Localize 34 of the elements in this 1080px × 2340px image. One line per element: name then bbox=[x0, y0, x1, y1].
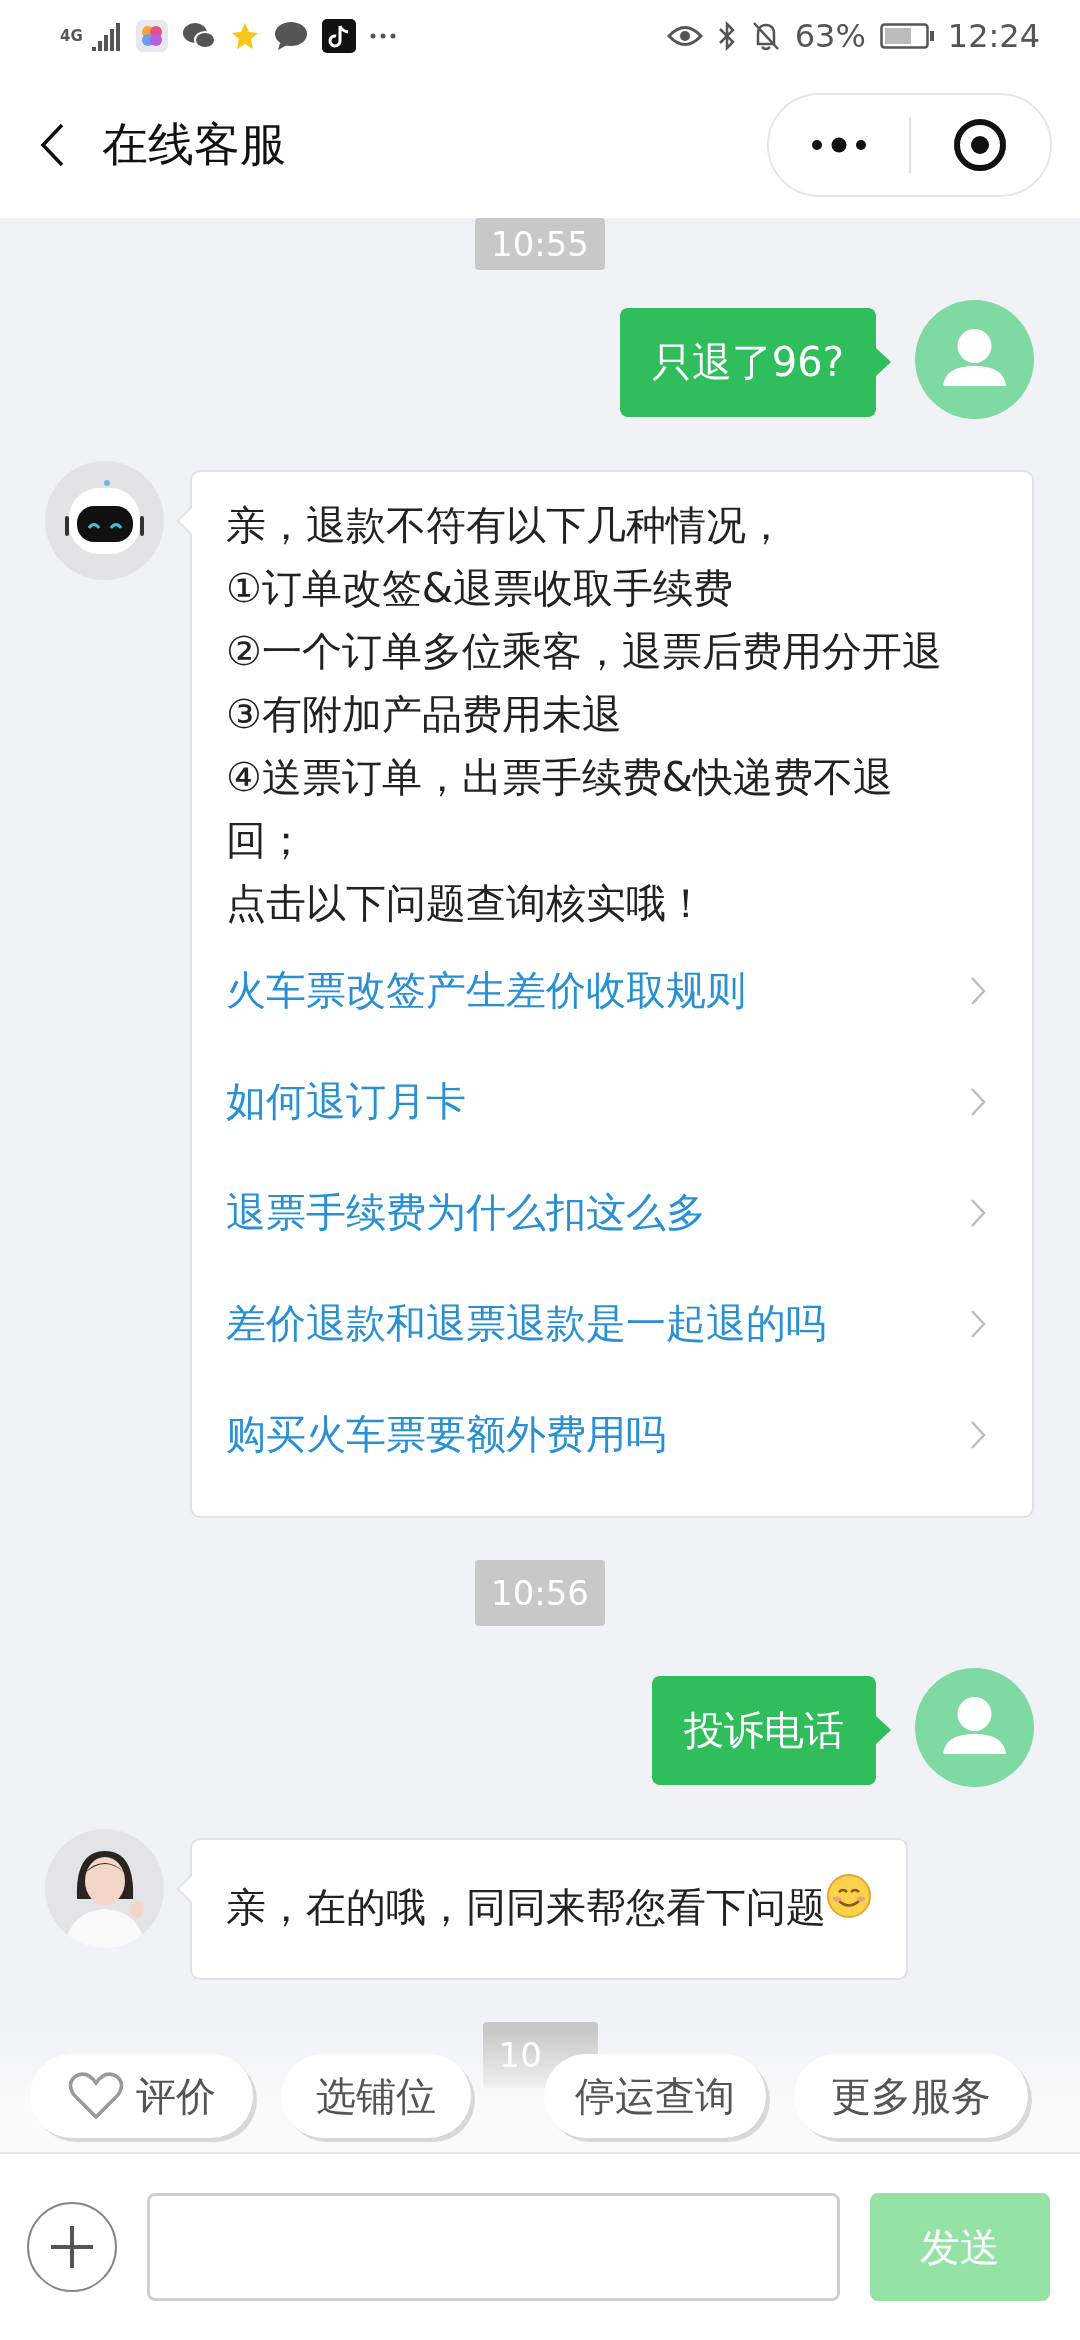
clock: 12:24 bbox=[947, 17, 1040, 55]
bluetooth-icon bbox=[716, 20, 737, 52]
bell-off-icon bbox=[750, 20, 781, 52]
user-avatar-icon bbox=[915, 1668, 1034, 1787]
chevron-right-icon bbox=[970, 1197, 986, 1228]
eye-icon bbox=[666, 23, 703, 49]
more-icon bbox=[370, 32, 396, 40]
question-link[interactable]: 火车票改签产生差价收取规则 bbox=[226, 935, 1002, 1046]
question-link[interactable]: 如何退订月卡 bbox=[226, 1046, 1002, 1157]
question-link[interactable]: 差价退款和退票退款是一起退的吗 bbox=[226, 1268, 1002, 1379]
question-link[interactable]: 购买火车票要额外费用吗 bbox=[226, 1379, 1002, 1490]
chevron-right-icon bbox=[970, 1308, 986, 1339]
chevron-right-icon bbox=[970, 1086, 986, 1117]
chevron-right-icon bbox=[970, 975, 986, 1006]
heart-icon bbox=[67, 2071, 124, 2121]
star-icon bbox=[230, 21, 260, 51]
flower-app-icon bbox=[136, 20, 168, 52]
smiley-icon bbox=[826, 1873, 872, 1919]
message-icon bbox=[274, 21, 308, 51]
message-input[interactable] bbox=[147, 2193, 840, 2301]
message-text: 亲，退款不符有以下几种情况， ①订单改签&退票收取手续费 ②一个订单多位乘客，退票后费用分开退 ③有附加产品费用未退 ④送票订单，出票手续费&快递费不退回； 点击以下问题查询核实哦！ bbox=[226, 501, 943, 928]
question-link[interactable]: 退票手续费为什么扣这么多 bbox=[226, 1157, 1002, 1268]
robot-avatar-icon bbox=[45, 461, 164, 580]
battery-icon bbox=[879, 23, 934, 49]
more-icon[interactable] bbox=[810, 137, 867, 153]
user-avatar-icon bbox=[915, 300, 1034, 419]
target-icon[interactable] bbox=[953, 118, 1008, 172]
battery-level: 63% bbox=[794, 17, 866, 55]
back-icon[interactable] bbox=[40, 123, 64, 167]
page-title: 在线客服 bbox=[102, 116, 286, 173]
chevron-right-icon bbox=[970, 1419, 986, 1450]
signal-icon bbox=[92, 21, 122, 51]
message-text: 亲，在的哦，同同来帮您看下问题 bbox=[226, 1883, 826, 1932]
music-note-icon bbox=[322, 19, 356, 53]
